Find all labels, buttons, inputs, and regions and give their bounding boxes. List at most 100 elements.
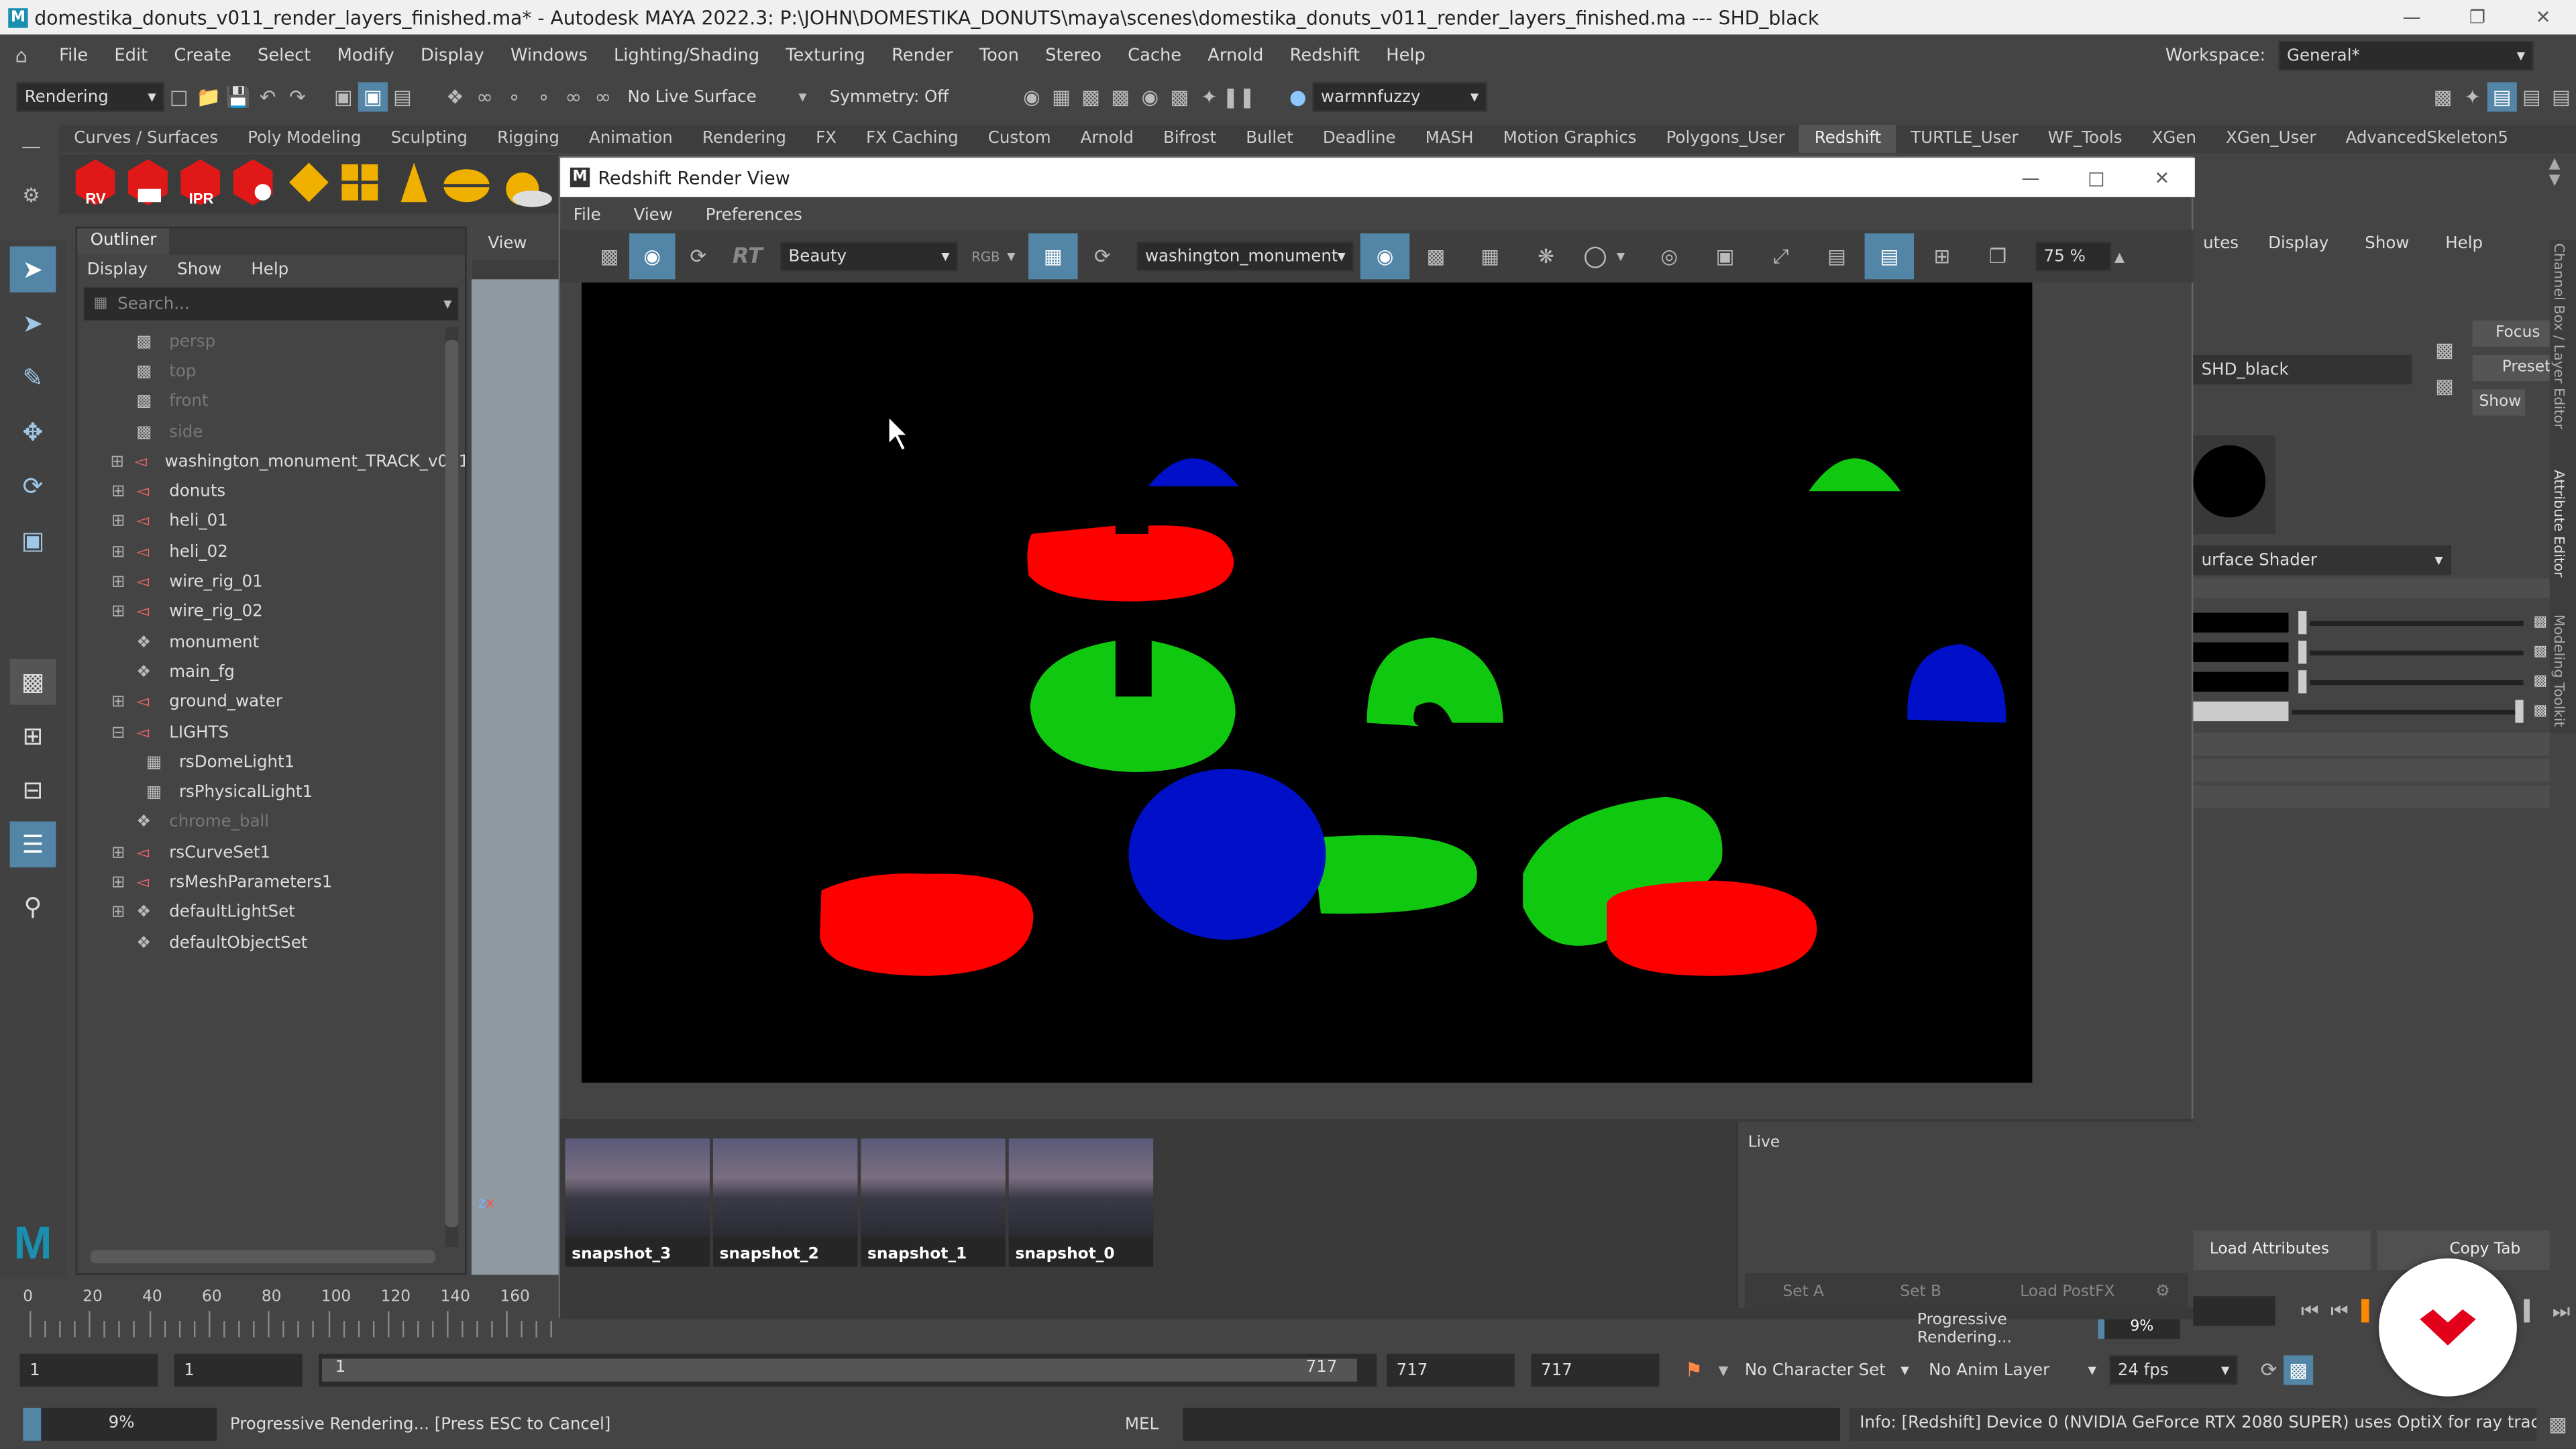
shader-type-dropdown[interactable]: urface Shader ▾ [2193,545,2451,576]
pause-icon[interactable]: ❚❚ [1222,82,1255,111]
color-swatch[interactable] [2193,642,2289,662]
section-header[interactable] [2193,785,2550,808]
circle-icon[interactable]: ○ [1574,240,1617,273]
shelf-tab-curves---surfaces[interactable]: Curves / Surfaces [59,125,233,153]
aov-dropdown[interactable]: Beauty ▾ [780,241,958,272]
channel-box-tab[interactable]: Channel Box / Layer Editor [2550,243,2566,437]
outliner-item[interactable]: ▩ persp [77,327,465,357]
save-scene-icon[interactable]: 💾 [223,82,253,111]
shelf-tab-wf-tools[interactable]: WF_Tools [2033,125,2137,153]
script-language[interactable]: MEL [1101,1415,1183,1434]
render-start-icon[interactable]: ◉ [629,233,676,280]
slider-track[interactable] [2310,679,2524,685]
outliner-item[interactable]: ⊟ ◅ LIGHTS [77,718,465,748]
rgb-channel-button[interactable]: RGB [965,241,1008,271]
close-icon[interactable]: ✕ [2129,160,2195,195]
target-icon[interactable]: ◎ [1642,241,1697,271]
shelf-tab-mash[interactable]: MASH [1411,125,1489,153]
hypershade-icon[interactable]: ◉ [1135,82,1165,111]
ae-menu-display[interactable]: Display [2268,234,2328,252]
gear-icon[interactable]: ⚙ [2155,1282,2188,1300]
outliner-item[interactable]: ▦ rsDomeLight1 [77,748,465,778]
anim-layer-dropdown[interactable]: No Anim Layer ▾ [1922,1355,2103,1385]
color-swatch[interactable] [2193,672,2289,692]
chevron-down-icon[interactable]: ▾ [443,295,451,313]
render-settings-icon[interactable]: ▩ [1106,82,1135,111]
end-time-field[interactable]: 717 [1531,1353,1660,1387]
section-header[interactable] [2193,759,2550,782]
minimize-icon[interactable]: — [1998,160,2063,195]
camera-dropdown[interactable]: washington_monument_T ▾ [1136,241,1354,272]
map-button-icon[interactable]: ▩ [2533,644,2547,660]
attribute-editor-icon[interactable]: ▤ [2487,82,2517,112]
snap-point-icon[interactable]: ∘ [499,82,529,111]
map-button-icon[interactable]: ▩ [2533,674,2547,690]
outliner-item[interactable]: ⊞ ◅ washington_monument_TRACK_v001:Sy [77,447,466,478]
snapshot-thumbnail[interactable]: snapshot_3 [565,1138,710,1267]
menu-display[interactable]: Display [407,38,497,74]
ipr-render-icon[interactable]: ▩ [1076,82,1106,111]
shelf-tab-rendering[interactable]: Rendering [688,125,801,153]
expand-icon[interactable]: ⊞ [107,874,129,892]
step-back-key-icon[interactable]: ⏮ [2324,1296,2354,1326]
ipr-icon[interactable]: IPR [180,159,221,207]
expand-icon[interactable]: ⊞ [107,694,129,712]
shelf-tab-redshift[interactable]: Redshift [1799,125,1896,153]
auto-key-icon[interactable]: ⚑ [1679,1355,1709,1385]
expand-icon[interactable]: ⊟ [107,724,129,742]
shelf-collapse-icon[interactable]: — [16,131,46,161]
zoom-stepper-icon[interactable]: ▲ [2114,249,2125,264]
shelf-tab-xgen-user[interactable]: XGen_User [2211,125,2331,153]
menu-help[interactable]: Help [1373,38,1439,74]
ae-menu-utes[interactable]: utes [2203,234,2239,252]
key-options-icon[interactable]: ▾ [1709,1355,1738,1385]
diagonal-icon[interactable]: ▤ [1809,241,1864,271]
menu-modify[interactable]: Modify [324,38,407,74]
attribute-editor-tab[interactable]: Attribute Editor [2550,470,2566,608]
color-swatch[interactable] [2193,701,2289,722]
expand-icon[interactable]: ⊞ [107,574,129,592]
single-view-icon[interactable]: ▩ [9,659,56,705]
symmetry-label[interactable]: Symmetry: Off [830,88,977,106]
snapshot-thumbnail[interactable]: snapshot_2 [712,1138,858,1267]
grid-icon[interactable] [341,164,378,201]
expand-icon[interactable]: ⤢ [1753,241,1809,271]
command-input[interactable] [1183,1407,1840,1441]
menu-create[interactable]: Create [161,38,245,74]
new-scene-icon[interactable]: □ [164,82,194,111]
viewport-panel[interactable]: View zx [471,226,559,1275]
menu-stereo[interactable]: Stereo [1032,38,1115,74]
undo-icon[interactable]: ↶ [253,82,282,111]
outliner-item[interactable]: ⊞ ◅ rsMeshParameters1 [77,868,465,898]
zoom-field[interactable]: 75 % [2035,241,2112,272]
light-editor-icon[interactable]: ✦ [1194,82,1224,111]
load-postfx-button[interactable]: Load PostFX [1980,1282,2155,1300]
menu-arnold[interactable]: Arnold [1195,38,1277,74]
sidebar-toggle-icon[interactable]: ▩ [2428,82,2458,111]
outliner-persp-layout-icon[interactable]: ☰ [9,821,56,868]
fps-dropdown[interactable]: 24 fps ▾ [2109,1355,2238,1385]
outliner-menu-display[interactable]: Display [87,260,148,278]
move-tool-icon[interactable]: ✥ [10,409,56,455]
select-object-icon[interactable]: ▣ [358,82,388,112]
dome-light-icon[interactable] [443,169,490,203]
select-hierarchy-icon[interactable]: ▣ [329,82,358,111]
outliner-menu-help[interactable]: Help [251,260,288,278]
crop-icon[interactable]: ⟳ [1078,241,1127,271]
outliner-item[interactable]: ❖ monument [77,627,465,657]
render-view-menu-view[interactable]: View [634,206,673,224]
clapper-icon[interactable]: ▩ [590,241,629,271]
snap-surface-icon[interactable]: ∞ [559,82,588,111]
show-button[interactable]: Show [2472,389,2526,416]
menu-redshift[interactable]: Redshift [1277,38,1373,74]
filter-icon[interactable]: ▦ [94,296,108,312]
shelf-tab-arnold[interactable]: Arnold [1066,125,1148,153]
shelf-tab-polygons-user[interactable]: Polygons_User [1652,125,1800,153]
slider-track[interactable] [2310,620,2524,625]
outliner-search[interactable]: ▦ Search... ▾ [83,287,459,321]
sparkle-icon[interactable]: ❋ [1518,241,1574,271]
select-component-icon[interactable]: ▤ [388,82,417,111]
outliner-item[interactable]: ⊞ ❖ defaultLightSet [77,898,465,928]
outliner-item[interactable]: ⊞ ◅ heli_01 [77,507,465,537]
scale-tool-icon[interactable]: ▣ [10,517,56,564]
